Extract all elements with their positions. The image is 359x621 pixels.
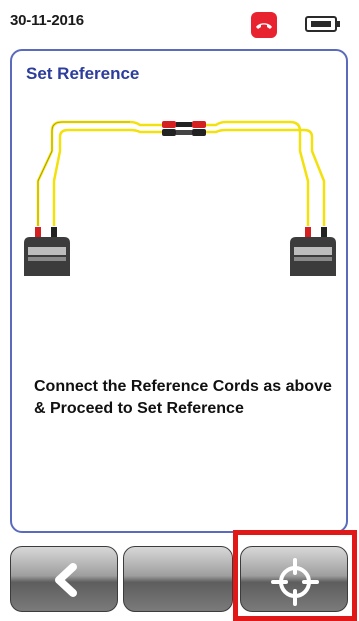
back-button[interactable]	[10, 546, 118, 612]
reference-cord-diagram	[24, 120, 336, 276]
battery-icon	[305, 15, 341, 33]
softkey-bar	[0, 536, 359, 621]
chevron-left-icon	[55, 563, 77, 597]
set-reference-button[interactable]	[240, 546, 348, 612]
phone-hangup-icon[interactable]	[251, 12, 277, 38]
set-reference-panel: Set Reference Connect the Reference Cord…	[10, 49, 348, 533]
blank-softkey[interactable]	[123, 546, 233, 612]
middle-adapter	[162, 121, 206, 136]
crosshair-icon	[271, 558, 319, 606]
right-cable	[192, 120, 326, 226]
status-bar: 30-11-2016	[0, 0, 359, 44]
date-label: 30-11-2016	[10, 12, 84, 29]
instruction-text: Connect the Reference Cords as above & P…	[34, 378, 332, 417]
left-test-device	[24, 227, 70, 276]
left-cable	[36, 120, 162, 226]
right-test-device	[290, 227, 336, 276]
